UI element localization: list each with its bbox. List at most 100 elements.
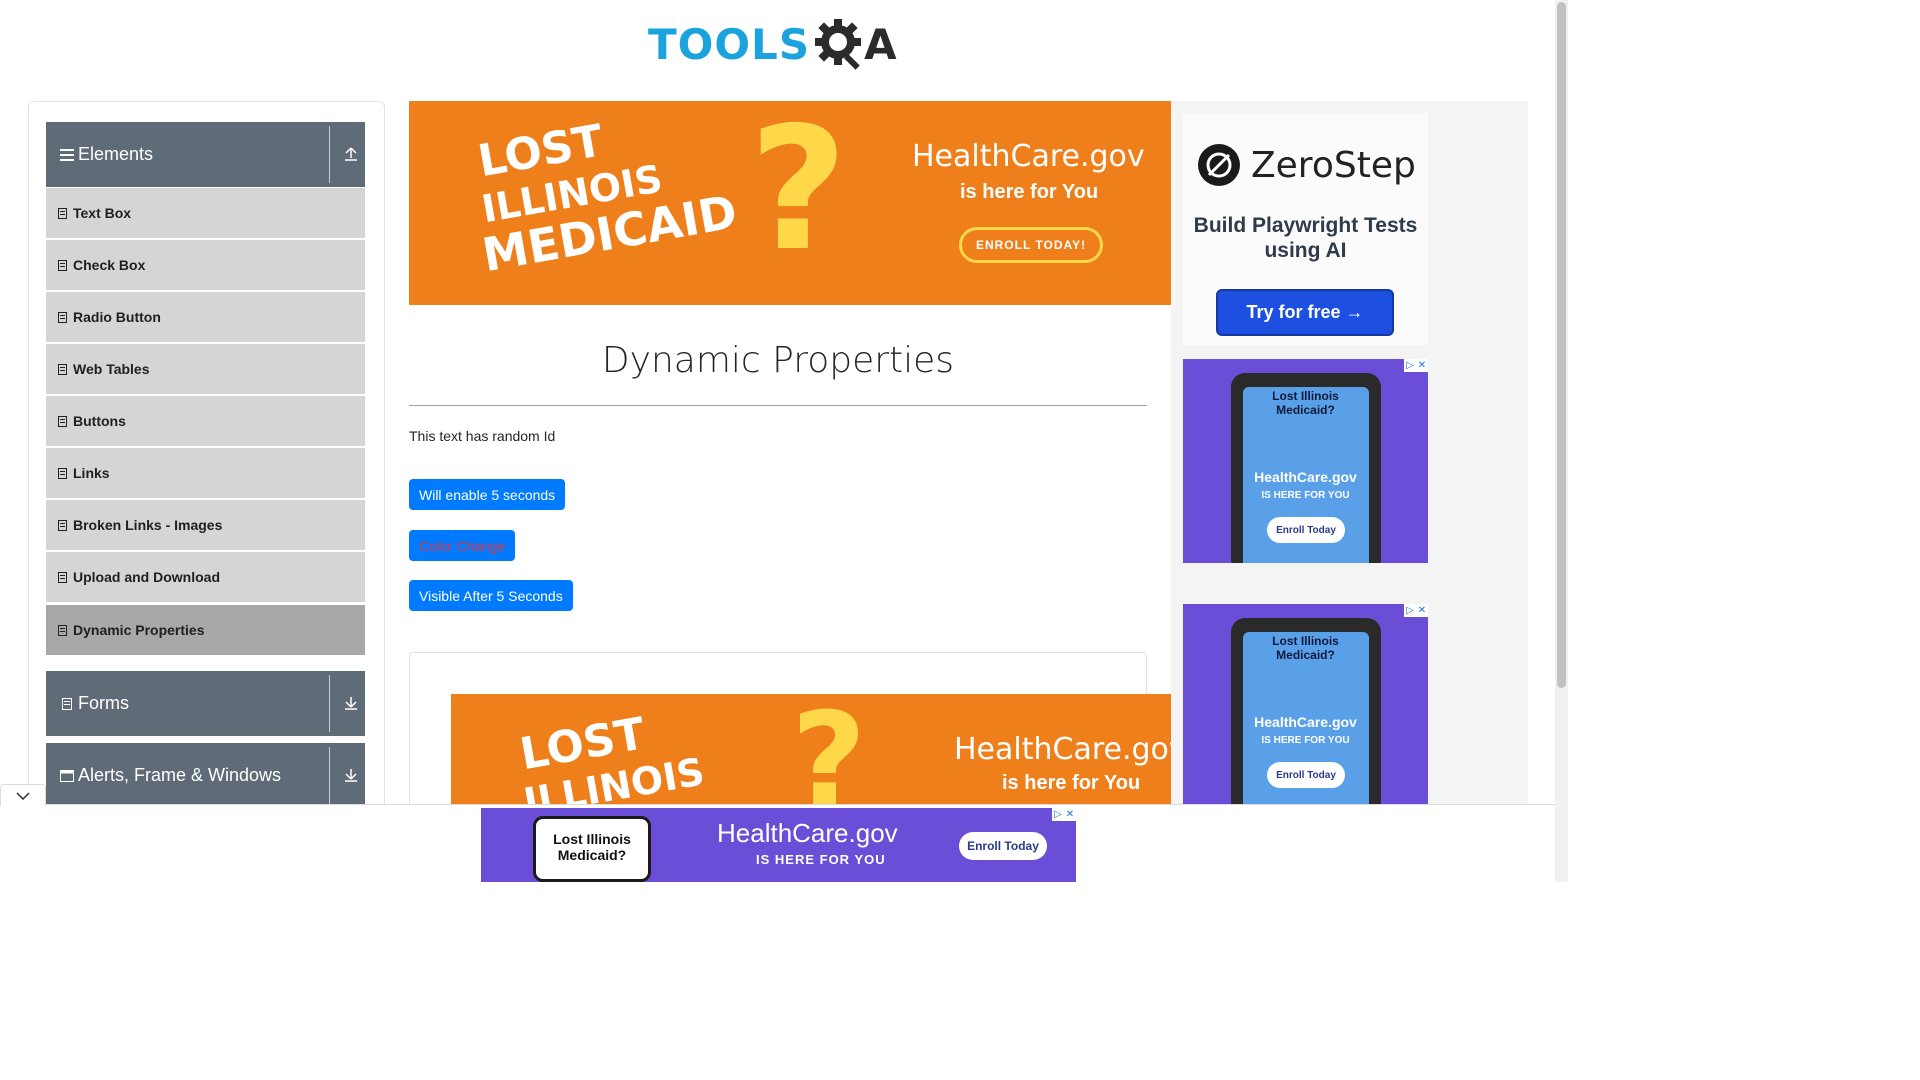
toolsqa-logo[interactable]: TOOLS A bbox=[648, 14, 912, 74]
ad-info-icon[interactable]: ▷ bbox=[1052, 808, 1064, 821]
ad-close-icon[interactable]: ✕ bbox=[1416, 604, 1428, 617]
ad-info-icon[interactable]: ▷ bbox=[1404, 604, 1416, 617]
ad-brand: HealthCare.gov bbox=[717, 818, 898, 848]
list-icon bbox=[58, 467, 67, 479]
group-alerts-frame-windows[interactable]: Alerts, Frame & Windows bbox=[46, 743, 365, 808]
ad-enroll-button[interactable]: ENROLL TODAY! bbox=[959, 227, 1103, 263]
ad-enroll-button[interactable]: Enroll Today bbox=[959, 832, 1047, 860]
group-elements[interactable]: Elements bbox=[46, 122, 365, 187]
ad-tagline-a: is here for bbox=[1002, 772, 1099, 794]
healthcare-banner-ad[interactable]: LOST ILLINOIS MEDICAID ? HealthCare.gov … bbox=[409, 101, 1171, 305]
left-sidebar: Elements Text Box Check Box Radio Button… bbox=[28, 101, 385, 861]
group-title: Forms bbox=[78, 693, 129, 713]
ad-enroll-button[interactable]: Enroll Today bbox=[1267, 517, 1345, 543]
window-icon bbox=[60, 769, 74, 782]
collapse-ad-button[interactable] bbox=[0, 784, 46, 806]
ad-info-icon[interactable]: ▷ bbox=[1404, 359, 1416, 372]
list-icon bbox=[58, 311, 67, 323]
zerostep-name: ZeroStep bbox=[1251, 144, 1416, 186]
menu-item-links[interactable]: Links bbox=[46, 448, 365, 499]
group-forms[interactable]: Forms bbox=[46, 671, 365, 736]
question-mark-graphic: ? bbox=[791, 694, 867, 810]
ad-brand: HealthCare.gov bbox=[912, 139, 1145, 174]
collapse-arrow-icon[interactable] bbox=[344, 146, 358, 162]
zerostep-logo-icon bbox=[1198, 144, 1240, 186]
divider bbox=[329, 747, 330, 804]
menu-item-label: Check Box bbox=[73, 257, 146, 273]
divider bbox=[329, 675, 330, 732]
expand-arrow-icon[interactable] bbox=[344, 767, 358, 783]
group-title: Alerts, Frame & Windows bbox=[78, 765, 282, 785]
ad-tagline-b: You bbox=[1103, 772, 1141, 794]
form-icon bbox=[62, 697, 72, 710]
ad-title: Lost Illinois Medicaid? bbox=[1272, 389, 1339, 417]
zerostep-ad[interactable]: ZeroStep Build Playwright Tests using AI… bbox=[1183, 113, 1428, 345]
visible-after-button[interactable]: Visible After 5 Seconds bbox=[409, 580, 573, 611]
list-icon bbox=[58, 624, 67, 636]
logo-tools-text: TOOLS bbox=[648, 19, 811, 69]
menu-item-check-box[interactable]: Check Box bbox=[46, 240, 365, 291]
logo-a-text: A bbox=[864, 19, 897, 69]
ad-card: Lost Illinois Medicaid? bbox=[533, 816, 651, 882]
ad-title: Lost Illinois Medicaid? bbox=[1272, 634, 1339, 662]
site-header: TOOLS A bbox=[0, 0, 1555, 90]
chevron-down-icon bbox=[16, 791, 30, 800]
ad-brand: HealthCare.gov bbox=[954, 732, 1171, 767]
list-icon bbox=[58, 519, 67, 531]
ad-choices[interactable]: ▷ ✕ bbox=[1052, 808, 1076, 821]
hamburger-icon bbox=[60, 148, 74, 161]
menu-item-label: Links bbox=[73, 465, 110, 481]
bottom-healthcare-ad[interactable]: Lost Illinois Medicaid? HealthCare.gov I… bbox=[481, 808, 1076, 882]
menu-item-label: Text Box bbox=[73, 205, 132, 221]
menu-item-web-tables[interactable]: Web Tables bbox=[46, 344, 365, 395]
ad-tagline: IS HERE FOR YOU bbox=[756, 852, 886, 867]
ad-tagline: is here for You bbox=[1002, 772, 1140, 795]
gear-search-icon bbox=[815, 19, 862, 70]
ad-close-icon[interactable]: ✕ bbox=[1416, 359, 1428, 372]
random-id-text: This text has random Id bbox=[409, 428, 556, 444]
page-title: Dynamic Properties bbox=[601, 340, 955, 381]
menu-item-upload-download[interactable]: Upload and Download bbox=[46, 552, 365, 603]
expand-arrow-icon[interactable] bbox=[344, 695, 358, 711]
enable-after-button[interactable]: Will enable 5 seconds bbox=[409, 479, 566, 510]
ad-tagline: IS HERE FOR YOU bbox=[1261, 490, 1350, 501]
ad-tagline-a: is here for bbox=[960, 181, 1057, 203]
list-icon bbox=[58, 415, 67, 427]
menu-item-buttons[interactable]: Buttons bbox=[46, 396, 365, 447]
menu-item-label: Broken Links - Images bbox=[73, 517, 223, 533]
group-title: Elements bbox=[78, 144, 154, 164]
list-icon bbox=[58, 571, 67, 583]
menu-item-label: Dynamic Properties bbox=[73, 622, 205, 638]
scrollbar-thumb[interactable] bbox=[1557, 2, 1566, 688]
menu-item-label: Buttons bbox=[73, 413, 126, 429]
ad-brand: HealthCare.gov bbox=[1254, 469, 1357, 485]
try-free-button[interactable]: Try for free → bbox=[1216, 289, 1394, 336]
question-mark-graphic: ? bbox=[749, 101, 848, 289]
list-icon bbox=[58, 259, 67, 271]
ad-tagline-b: You bbox=[1061, 181, 1099, 203]
list-icon bbox=[58, 363, 67, 375]
ad-choices[interactable]: ▷ ✕ bbox=[1404, 604, 1428, 617]
healthcare-banner-ad-2[interactable]: LOST ILLINOIS ? HealthCare.gov is here f… bbox=[451, 694, 1171, 810]
menu-item-label: Radio Button bbox=[73, 309, 161, 325]
color-change-button[interactable]: Color Change bbox=[409, 530, 516, 561]
title-divider bbox=[409, 405, 1147, 406]
zerostep-brand: ZeroStep bbox=[1197, 143, 1416, 187]
menu-item-text-box[interactable]: Text Box bbox=[46, 188, 365, 239]
ad-enroll-button[interactable]: Enroll Today bbox=[1267, 762, 1345, 788]
menu-item-label: Upload and Download bbox=[73, 569, 220, 585]
ad-tagline: IS HERE FOR YOU bbox=[1261, 735, 1350, 746]
ad-close-icon[interactable]: ✕ bbox=[1064, 808, 1076, 821]
page-scrollbar[interactable] bbox=[1555, 0, 1568, 882]
menu-item-label: Web Tables bbox=[73, 361, 150, 377]
purple-healthcare-ad-1[interactable]: Lost Illinois Medicaid? HealthCare.gov I… bbox=[1183, 359, 1428, 563]
menu-item-broken-links[interactable]: Broken Links - Images bbox=[46, 500, 365, 551]
menu-item-dynamic-properties[interactable]: Dynamic Properties bbox=[46, 605, 365, 656]
divider bbox=[329, 126, 330, 183]
purple-healthcare-ad-2[interactable]: Lost Illinois Medicaid? HealthCare.gov I… bbox=[1183, 604, 1428, 808]
ad-tagline: is here for You bbox=[960, 181, 1098, 204]
list-icon bbox=[58, 207, 67, 219]
zerostep-tagline: Build Playwright Tests using AI bbox=[1193, 214, 1418, 262]
menu-item-radio-button[interactable]: Radio Button bbox=[46, 292, 365, 343]
ad-choices[interactable]: ▷ ✕ bbox=[1404, 359, 1428, 372]
